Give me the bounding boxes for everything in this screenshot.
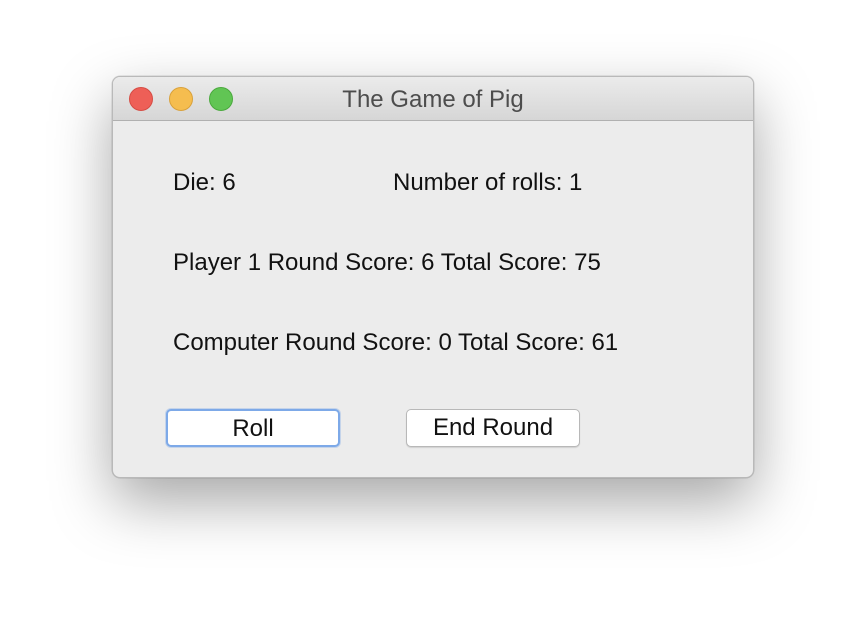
- roll-button[interactable]: Roll: [166, 409, 340, 447]
- window-title: The Game of Pig: [342, 86, 524, 113]
- game-window: The Game of Pig Die: 6 Number of rolls: …: [112, 76, 754, 478]
- computer-score-label: Computer Round Score: 0 Total Score: 61: [173, 329, 619, 356]
- title-bar[interactable]: The Game of Pig: [113, 77, 753, 121]
- die-value-label: Die: 6: [173, 169, 236, 196]
- player-score-label: Player 1 Round Score: 6 Total Score: 75: [173, 249, 601, 276]
- end-round-button[interactable]: End Round: [406, 409, 580, 447]
- rolls-count-label: Number of rolls: 1: [393, 169, 583, 196]
